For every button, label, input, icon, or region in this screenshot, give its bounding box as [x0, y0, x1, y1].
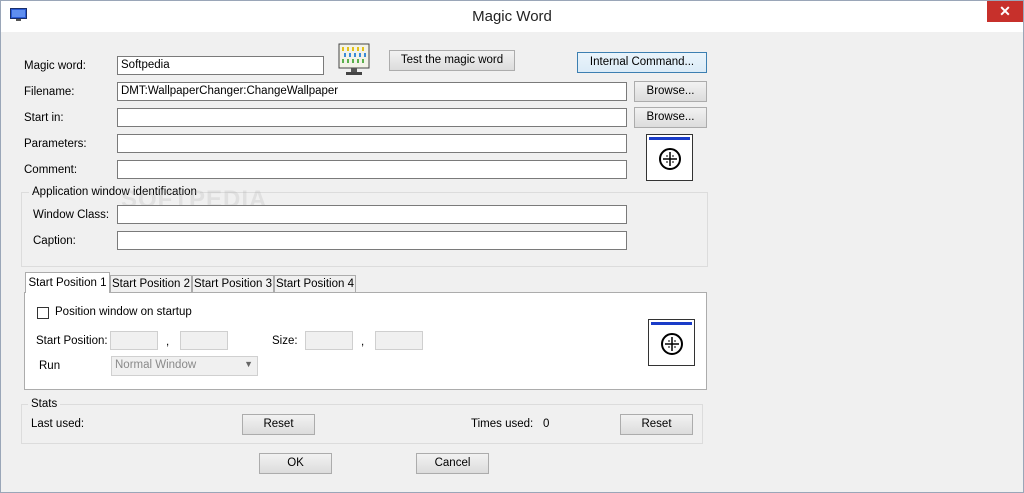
parameters-label: Parameters: [24, 138, 87, 150]
browse-start-in-button[interactable]: Browse... [634, 107, 707, 128]
reset-times-used-button[interactable]: Reset [620, 414, 693, 435]
start-in-input[interactable] [117, 108, 627, 127]
crosshair-icon [661, 333, 683, 355]
position-window-label: Position window on startup [55, 306, 192, 318]
size-height-input[interactable] [375, 331, 423, 350]
start-position-label: Start Position: [36, 335, 108, 347]
close-icon: ✕ [999, 3, 1011, 19]
filename-input[interactable]: DMT:WallpaperChanger:ChangeWallpaper [117, 82, 627, 101]
caption-input[interactable] [117, 231, 627, 250]
magic-word-input[interactable]: Softpedia [117, 56, 324, 75]
tab-start-position-2[interactable]: Start Position 2 [110, 275, 192, 293]
size-width-input[interactable] [305, 331, 353, 350]
comma-separator: , [361, 336, 365, 348]
start-x-input[interactable] [110, 331, 158, 350]
run-mode-value: Normal Window [115, 359, 197, 371]
tab-start-position-1[interactable]: Start Position 1 [25, 272, 110, 293]
filename-label: Filename: [24, 86, 75, 98]
tab-start-position-4[interactable]: Start Position 4 [274, 275, 356, 293]
last-used-label: Last used: [31, 418, 85, 430]
magic-word-label: Magic word: [24, 60, 86, 72]
chevron-down-icon: ▼ [244, 359, 253, 369]
stats-group [21, 404, 703, 444]
comment-label: Comment: [24, 164, 78, 176]
start-y-input[interactable] [180, 331, 228, 350]
run-mode-select[interactable]: Normal Window ▼ [111, 356, 258, 376]
position-finder-tool[interactable] [648, 319, 695, 366]
magic-word-dialog: Magic Word ✕ Magic word: Softpedia Test … [0, 0, 1024, 493]
position-window-checkbox[interactable] [37, 307, 49, 319]
start-in-label: Start in: [24, 112, 64, 124]
ok-button[interactable]: OK [259, 453, 332, 474]
tab-start-position-3[interactable]: Start Position 3 [192, 275, 274, 293]
start-position-panel: Position window on startup Start Positio… [24, 292, 707, 390]
window-title: Magic Word [472, 8, 552, 25]
finder-titlebar [651, 322, 692, 325]
size-label: Size: [272, 335, 298, 347]
cancel-button[interactable]: Cancel [416, 453, 489, 474]
stats-group-title: Stats [28, 398, 61, 410]
finder-titlebar [649, 137, 690, 140]
close-button[interactable]: ✕ [987, 1, 1023, 22]
magic-word-icon [338, 43, 370, 75]
caption-label: Caption: [33, 235, 76, 247]
crosshair-icon [659, 148, 681, 170]
parameters-input[interactable] [117, 134, 627, 153]
comma-separator: , [166, 336, 170, 348]
window-finder-tool[interactable] [646, 134, 693, 181]
browse-filename-button[interactable]: Browse... [634, 81, 707, 102]
window-class-input[interactable] [117, 205, 627, 224]
reset-last-used-button[interactable]: Reset [242, 414, 315, 435]
internal-command-button[interactable]: Internal Command... [577, 52, 707, 73]
dialog-body: Magic word: Softpedia Test the magic wor… [9, 32, 1015, 484]
window-class-label: Window Class: [33, 209, 110, 221]
title-bar[interactable]: Magic Word ✕ [1, 1, 1023, 32]
times-used-value: 0 [543, 418, 550, 430]
run-label: Run [39, 360, 61, 372]
test-magic-word-button[interactable]: Test the magic word [389, 50, 515, 71]
comment-input[interactable] [117, 160, 627, 179]
times-used-label: Times used: [471, 418, 534, 430]
